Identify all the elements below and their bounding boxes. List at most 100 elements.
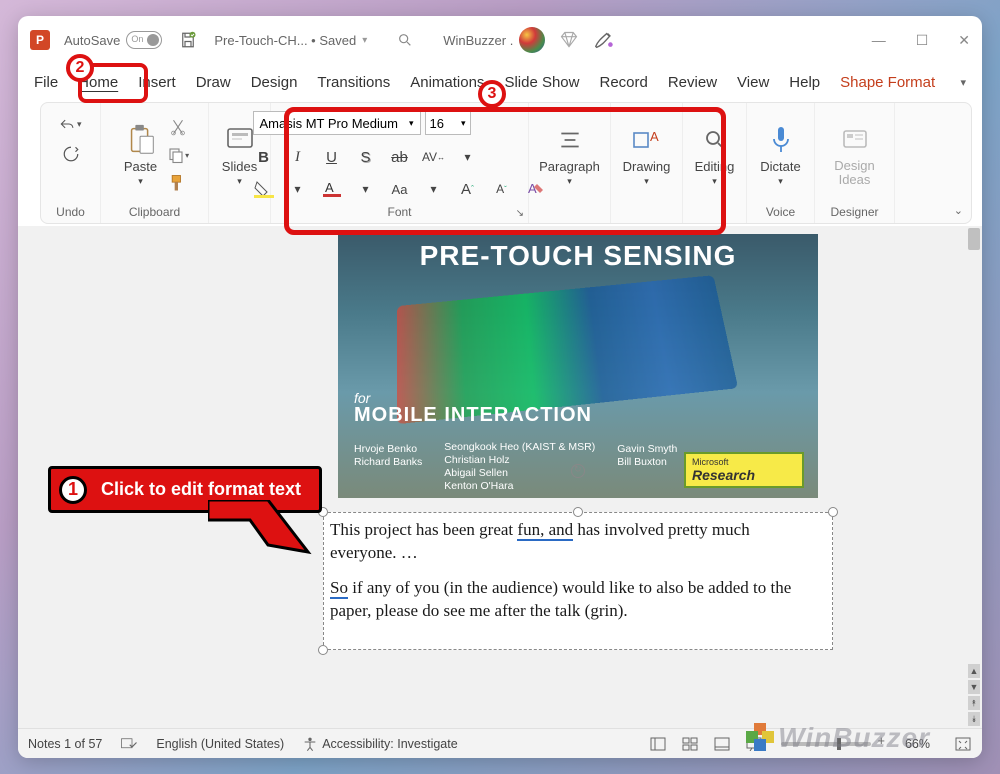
grammar-flag[interactable]: fun, and (517, 520, 573, 541)
autosave-toggle[interactable]: AutoSave On (64, 31, 162, 49)
tab-slideshow[interactable]: Slide Show (494, 68, 589, 97)
next-slide-icon[interactable]: ⯯ (968, 712, 980, 726)
shrink-font-button[interactable]: Aˇ (491, 182, 513, 196)
slideshow-button[interactable] (745, 735, 763, 753)
underline-button[interactable]: U (321, 149, 343, 166)
slide-image: PRE-TOUCH SENSING for MOBILE INTERACTION… (338, 234, 818, 498)
phone-graphic (397, 275, 738, 424)
copy-button[interactable]: ▾ (167, 144, 189, 166)
selection-handle[interactable] (573, 507, 583, 517)
tab-design[interactable]: Design (241, 68, 308, 97)
draw-pen-icon[interactable] (593, 29, 615, 51)
redo-button[interactable] (60, 143, 82, 165)
group-designer-label: Designer (825, 203, 884, 223)
reading-view-button[interactable] (713, 735, 731, 753)
zoom-thumb[interactable] (837, 738, 841, 750)
group-font-label: Font (281, 203, 518, 223)
group-clipboard-label: Clipboard (111, 203, 198, 223)
title-bar: P AutoSave On Pre-Touch-CH... • Saved ▾ … (18, 16, 982, 64)
dictate-label: Dictate (760, 159, 800, 174)
premium-icon[interactable] (559, 30, 579, 50)
toggle-switch[interactable]: On (126, 31, 162, 49)
title-dropdown-icon[interactable]: ▾ (362, 35, 367, 46)
svg-text:A: A (650, 129, 659, 144)
strikethrough-button[interactable]: ab (389, 149, 411, 166)
tab-review[interactable]: Review (658, 68, 727, 97)
group-undo-label: Undo (51, 203, 90, 223)
selection-handle[interactable] (828, 507, 838, 517)
notes-counter[interactable]: Notes 1 of 57 (28, 737, 102, 751)
sorter-view-button[interactable] (681, 735, 699, 753)
paragraph-label: Paragraph (539, 159, 600, 174)
design-ideas-label: Design Ideas (829, 159, 880, 188)
normal-view-button[interactable] (649, 735, 667, 753)
grammar-flag[interactable]: So (330, 578, 348, 599)
tab-view[interactable]: View (727, 68, 779, 97)
font-dialog-launcher-icon[interactable]: ↘ (516, 208, 524, 219)
scroll-up-icon[interactable]: ▲ (968, 664, 980, 678)
annotation-badge-3: 3 (478, 80, 506, 108)
ribbon-collapse-icon[interactable]: ⌄ (954, 204, 963, 217)
maximize-button[interactable]: ☐ (916, 32, 929, 49)
char-spacing-button[interactable]: AV↔ (423, 150, 445, 164)
tab-draw[interactable]: Draw (186, 68, 241, 97)
rotation-handle[interactable] (571, 464, 585, 478)
editing-button[interactable]: Editing ▾ (691, 121, 739, 189)
shadow-button[interactable]: S (355, 149, 377, 166)
paragraph-button[interactable]: Paragraph ▾ (535, 121, 604, 189)
ribbon: ▾ Undo Paste ▾ ▾ Clipboard (40, 102, 972, 224)
drawing-button[interactable]: A Drawing ▾ (619, 121, 675, 189)
minimize-button[interactable]: — (872, 32, 886, 49)
drawing-label: Drawing (623, 159, 671, 174)
tab-shape-format[interactable]: Shape Format (830, 68, 945, 97)
highlight-button[interactable] (253, 180, 275, 198)
design-ideas-button[interactable]: Design Ideas (825, 121, 884, 190)
vertical-scrollbar[interactable]: ▲ ▼ ⯭ ⯯ (966, 226, 982, 728)
font-color-button[interactable]: A (321, 180, 343, 198)
zoom-slider[interactable] (781, 742, 871, 746)
selection-handle[interactable] (318, 645, 328, 655)
tab-record[interactable]: Record (589, 68, 657, 97)
search-icon[interactable] (397, 32, 413, 48)
document-title[interactable]: Pre-Touch-CH... • Saved (214, 33, 356, 48)
cut-button[interactable] (167, 116, 189, 138)
grow-font-button[interactable]: Aˆ (457, 181, 479, 198)
prev-slide-icon[interactable]: ⯭ (968, 696, 980, 710)
undo-button[interactable]: ▾ (60, 113, 82, 135)
notes-textbox[interactable]: This project has been great fun, and has… (323, 512, 833, 650)
annotation-arrow (208, 500, 328, 570)
group-voice-label: Voice (757, 203, 804, 223)
annotation-callout-1: 1 Click to edit format text (48, 466, 322, 513)
annotation-text-1: Click to edit format text (101, 479, 301, 500)
format-painter-button[interactable] (167, 172, 189, 194)
tabs-overflow-icon[interactable]: ▾ (950, 70, 976, 95)
italic-button[interactable]: I (287, 149, 309, 166)
zoom-level[interactable]: 66% (905, 737, 930, 751)
language-status[interactable]: English (United States) (156, 737, 284, 751)
scroll-down-icon[interactable]: ▼ (968, 680, 980, 694)
app-icon: P (30, 30, 50, 50)
close-button[interactable]: ✕ (958, 32, 970, 49)
user-name[interactable]: WinBuzzer . (443, 33, 513, 48)
tab-help[interactable]: Help (779, 68, 830, 97)
authors-list: Hrvoje Benko Richard Banks Seongkook Heo… (354, 441, 677, 492)
tab-file[interactable]: File (24, 68, 68, 97)
char-spacing-menu[interactable]: ▾ (457, 150, 479, 164)
font-name-combo[interactable]: Amasis MT Pro Medium▾ (253, 111, 421, 135)
annotation-badge-2: 2 (66, 54, 94, 82)
tab-transitions[interactable]: Transitions (307, 68, 400, 97)
scroll-thumb[interactable] (968, 228, 980, 250)
fit-to-window-button[interactable] (954, 735, 972, 753)
research-badge: Microsoft Research (684, 452, 804, 488)
change-case-button[interactable]: Aa (389, 182, 411, 197)
accessibility-status[interactable]: Accessibility: Investigate (302, 736, 457, 752)
bold-button[interactable]: B (253, 149, 275, 166)
paste-button[interactable]: Paste ▾ (120, 121, 161, 189)
slide-title-1: PRE-TOUCH SENSING (338, 240, 818, 272)
dictate-button[interactable]: Dictate ▾ (756, 121, 804, 189)
spellcheck-icon[interactable] (120, 736, 138, 752)
autosave-label: AutoSave (64, 33, 120, 48)
user-avatar[interactable] (519, 27, 545, 53)
save-icon[interactable] (176, 28, 200, 52)
font-size-combo[interactable]: 16▾ (425, 111, 471, 135)
